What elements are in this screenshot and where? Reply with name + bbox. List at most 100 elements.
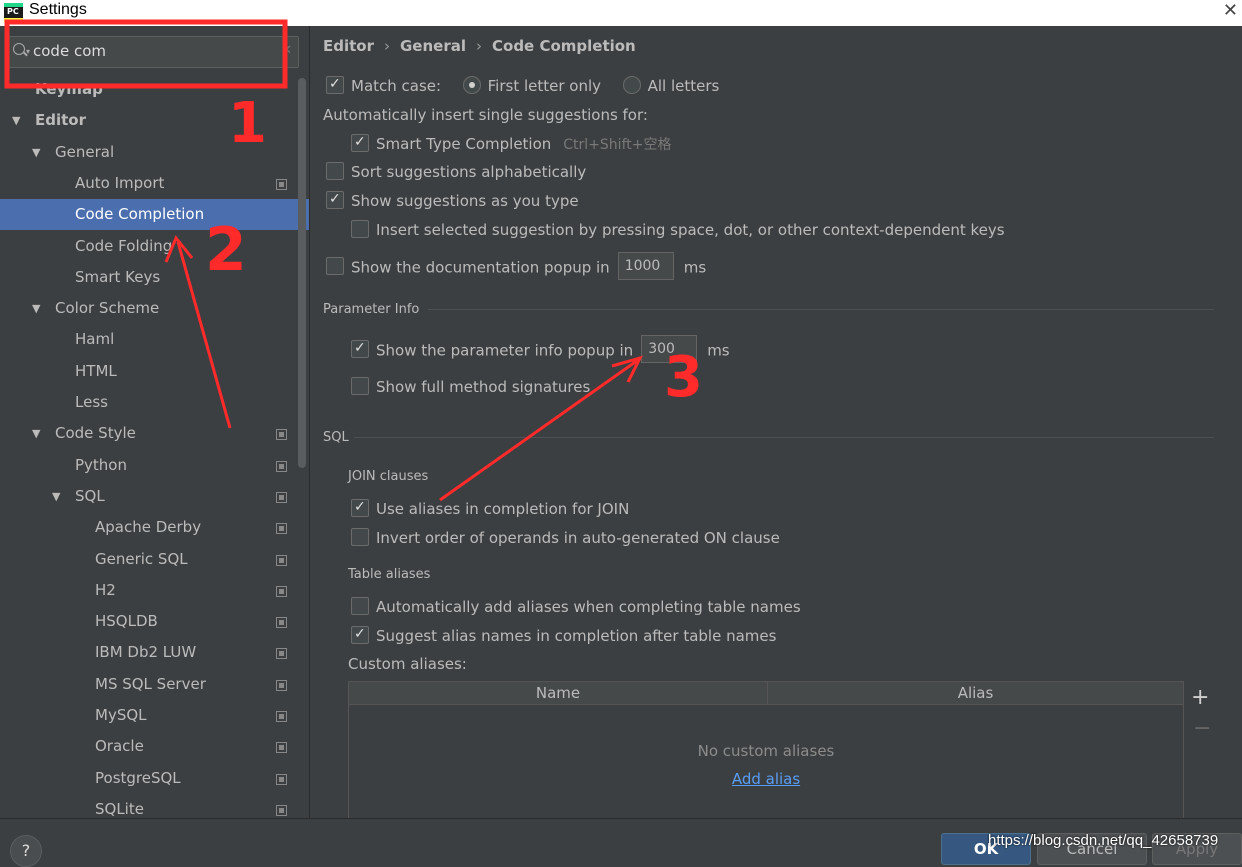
- tree-item[interactable]: Less: [0, 387, 309, 418]
- add-alias-row: Add alias: [349, 770, 1183, 788]
- tree-item[interactable]: PostgreSQL: [0, 763, 309, 794]
- project-scope-icon: [276, 711, 287, 722]
- project-scope-icon: [276, 773, 287, 785]
- tree-item[interactable]: Keymap: [0, 74, 309, 105]
- watermark-text: https://blog.csdn.net/qq_42658739: [988, 832, 1219, 849]
- param-popup-label: Show the parameter info popup in: [376, 341, 634, 360]
- expand-arrow-icon[interactable]: ▼: [32, 137, 40, 168]
- smart-type-row: Smart Type Completion Ctrl+Shift+空格: [351, 131, 671, 155]
- settings-content: Editor › General › Code Completion Match cas…: [310, 26, 1242, 823]
- use-aliases-row: Use aliases in completion for JOIN: [351, 496, 630, 520]
- insert-selected-checkbox[interactable]: [351, 219, 369, 238]
- column-header-alias[interactable]: Alias: [768, 682, 1183, 704]
- tree-item-label: Apache Derby: [95, 518, 202, 537]
- project-scope-icon: [276, 523, 287, 535]
- column-header-name[interactable]: Name: [349, 682, 768, 704]
- all-letters-label: All letters: [647, 77, 720, 95]
- suggest-alias-checkbox[interactable]: [351, 623, 369, 645]
- all-letters-radio[interactable]: [622, 75, 641, 94]
- tree-scrollbar[interactable]: [298, 78, 306, 468]
- insert-selected-label: Insert selected suggestion by pressing s…: [376, 221, 1005, 239]
- show-as-type-checkbox[interactable]: [326, 188, 344, 210]
- tree-item[interactable]: MS SQL Server: [0, 669, 309, 700]
- tree-item[interactable]: ▼ Code Style: [0, 418, 309, 449]
- tree-item[interactable]: Smart Keys: [0, 262, 309, 293]
- tree-item-label: SQLite: [95, 799, 144, 818]
- doc-popup-row: Show the documentation popup in 1000 ms: [326, 252, 706, 280]
- tree-item[interactable]: Code Completion: [0, 199, 309, 231]
- help-button[interactable]: ?: [10, 835, 42, 867]
- table-aliases-title: Table aliases: [348, 567, 431, 582]
- sort-alpha-checkbox[interactable]: [326, 161, 344, 180]
- breadcrumb: Editor › General › Code Completion: [323, 37, 636, 55]
- tree-item[interactable]: HSQLDB: [0, 606, 309, 637]
- auto-add-aliases-checkbox[interactable]: [351, 596, 369, 615]
- tree-item-label: MySQL: [95, 706, 147, 724]
- settings-search-box[interactable]: ▾ ✕: [8, 36, 299, 68]
- tree-item-label: Less: [75, 393, 108, 411]
- chevron-down-icon[interactable]: ▾: [26, 47, 30, 56]
- tree-item-label: Oracle: [95, 737, 144, 756]
- tree-item[interactable]: SQLite: [0, 794, 309, 818]
- add-icon[interactable]: +: [1191, 685, 1209, 710]
- use-aliases-label: Use aliases in completion for JOIN: [376, 500, 630, 518]
- tree-item-label: Auto Import: [75, 173, 165, 192]
- param-popup-ms-field[interactable]: 300: [641, 335, 698, 363]
- invert-order-label: Invert order of operands in auto-generat…: [376, 529, 780, 547]
- tree-item[interactable]: Generic SQL: [0, 544, 309, 575]
- full-signatures-row: Show full method signatures: [351, 376, 590, 398]
- expand-arrow-icon[interactable]: ▼: [32, 293, 40, 324]
- tree-item[interactable]: ▼ Editor: [0, 105, 309, 136]
- tree-item[interactable]: ▼ General: [0, 137, 309, 168]
- expand-arrow-icon[interactable]: ▼: [32, 418, 40, 449]
- suggest-alias-row: Suggest alias names in completion after …: [351, 623, 776, 647]
- tree-item[interactable]: Haml: [0, 324, 309, 355]
- match-case-row: Match case: First letter only All letter…: [326, 73, 720, 97]
- project-scope-icon: [276, 554, 287, 566]
- match-case-checkbox[interactable]: [326, 73, 344, 95]
- divider: [428, 309, 1214, 310]
- match-case-label: Match case:: [351, 77, 442, 95]
- project-scope-icon: [276, 178, 287, 190]
- doc-popup-ms-field[interactable]: 1000: [617, 252, 674, 280]
- tree-item[interactable]: H2: [0, 575, 309, 606]
- first-letter-label: First letter only: [487, 77, 602, 95]
- tree-item[interactable]: ▼ Color Scheme: [0, 293, 309, 324]
- remove-icon[interactable]: −: [1193, 716, 1211, 741]
- auto-add-aliases-row: Automatically add aliases when completin…: [351, 596, 801, 618]
- invert-order-checkbox[interactable]: [351, 527, 369, 546]
- use-aliases-checkbox[interactable]: [351, 496, 369, 518]
- tree-item-label: Code Style: [55, 424, 136, 443]
- title-bar: PC Settings ✕: [0, 0, 1242, 26]
- tree-item[interactable]: Apache Derby: [0, 512, 309, 543]
- invert-order-row: Invert order of operands in auto-generat…: [351, 527, 780, 549]
- full-signatures-checkbox[interactable]: [351, 376, 369, 395]
- custom-aliases-table[interactable]: Name Alias No custom aliases Add alias: [348, 681, 1184, 823]
- param-popup-checkbox[interactable]: [351, 337, 369, 359]
- first-letter-radio[interactable]: [462, 75, 481, 94]
- project-scope-icon: [276, 648, 287, 660]
- tree-item[interactable]: Code Folding: [0, 231, 309, 262]
- tree-item[interactable]: Python: [0, 450, 309, 481]
- expand-arrow-icon[interactable]: ▼: [12, 105, 20, 136]
- sort-alpha-row: Sort suggestions alphabetically: [326, 161, 586, 183]
- clear-icon[interactable]: ✕: [281, 43, 292, 58]
- expand-arrow-icon[interactable]: ▼: [52, 481, 60, 512]
- tree-item[interactable]: IBM Db2 LUW: [0, 637, 309, 668]
- project-scope-icon: [276, 617, 287, 629]
- doc-popup-checkbox[interactable]: [326, 257, 344, 275]
- parameter-info-title: Parameter Info: [323, 302, 420, 317]
- tree-item[interactable]: Auto Import: [0, 168, 309, 199]
- settings-search-input[interactable]: [33, 41, 273, 61]
- tree-item[interactable]: Oracle: [0, 731, 309, 762]
- tree-item-label: Generic SQL: [95, 549, 188, 568]
- full-signatures-label: Show full method signatures: [376, 378, 591, 396]
- tree-item-label: Python: [75, 455, 127, 474]
- tree-item[interactable]: HTML: [0, 356, 309, 387]
- tree-item[interactable]: ▼ SQL: [0, 481, 309, 512]
- pycharm-app-icon: PC: [4, 3, 23, 22]
- add-alias-link[interactable]: Add alias: [732, 770, 800, 788]
- smart-type-checkbox[interactable]: [351, 131, 369, 153]
- close-icon[interactable]: ✕: [1223, 0, 1238, 21]
- tree-item[interactable]: MySQL: [0, 700, 309, 731]
